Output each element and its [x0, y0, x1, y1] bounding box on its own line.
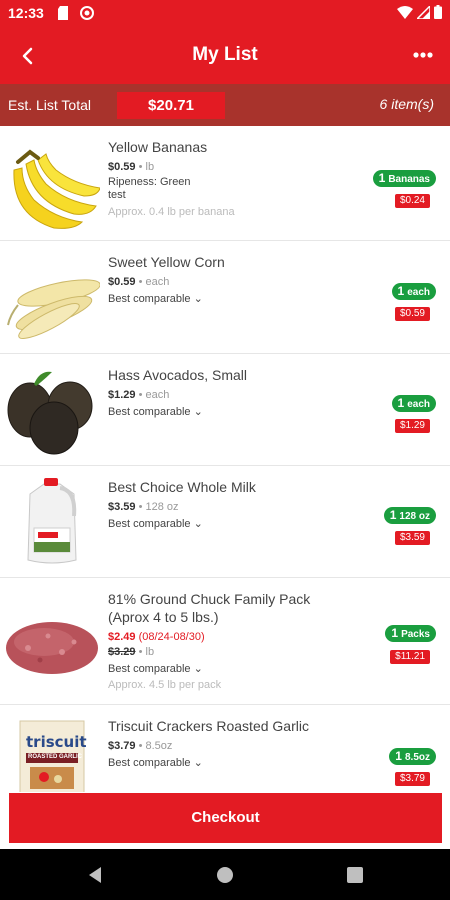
item-price: $3.79 • 8.5oz — [108, 740, 173, 752]
chevron-down-icon: ⌄ — [193, 518, 203, 530]
best-comparable-dropdown[interactable]: Best comparable ⌄ — [108, 517, 358, 530]
list-item[interactable]: Sweet Yellow Corn $0.59 • each Best comp… — [0, 241, 450, 354]
list-item[interactable]: Yellow Bananas $0.59 • lb Ripeness: Gree… — [0, 126, 450, 241]
sale-price: $2.49 (08/24-08/30) — [108, 631, 205, 643]
item-info: Hass Avocados, Small $1.29 • each Best c… — [108, 366, 358, 418]
page-title: My List — [192, 44, 258, 65]
corn-image — [7, 279, 100, 339]
quantity-badge[interactable]: 1 each — [391, 395, 436, 412]
item-subtotal: $1.29 — [394, 419, 430, 433]
item-count: 6 item(s) — [379, 96, 434, 112]
item-subtotal: $0.59 — [394, 307, 430, 321]
item-price: $3.59 • 128 oz — [108, 501, 179, 513]
ground-beef-image — [6, 622, 98, 674]
best-comparable-dropdown[interactable]: Best comparable ⌄ — [108, 756, 358, 769]
list-item[interactable]: Hass Avocados, Small $1.29 • each Best c… — [0, 354, 450, 466]
item-name: Yellow Bananas — [108, 139, 208, 155]
list-item[interactable]: 81% Ground Chuck Family Pack (Aprox 4 to… — [0, 578, 450, 705]
item-name: Sweet Yellow Corn — [108, 254, 225, 270]
item-info: Triscuit Crackers Roasted Garlic $3.79 •… — [108, 717, 358, 769]
item-price: $1.29 • each — [108, 389, 170, 401]
best-comparable-dropdown[interactable]: Best comparable ⌄ — [108, 405, 358, 418]
quantity-badge[interactable]: 1 Bananas — [372, 170, 436, 187]
item-name-line2: (Aprox 4 to 5 lbs.) — [108, 609, 219, 625]
item-name: Hass Avocados, Small — [108, 367, 248, 383]
item-name-line1: 81% Ground Chuck Family Pack — [108, 591, 311, 607]
banana-image — [13, 149, 100, 229]
best-comparable-dropdown[interactable]: Best comparable ⌄ — [108, 292, 358, 305]
item-name: Triscuit Crackers Roasted Garlic — [108, 718, 309, 734]
quantity-badge[interactable]: 1 128 oz — [383, 507, 436, 524]
item-info: 81% Ground Chuck Family Pack (Aprox 4 to… — [108, 590, 358, 691]
battery-icon — [434, 5, 442, 19]
item-info: Sweet Yellow Corn $0.59 • each Best comp… — [108, 253, 358, 305]
brand-logo: triscuit — [26, 733, 87, 751]
list-summary-bar: Est. List Total $20.71 6 item(s) — [0, 84, 450, 126]
item-info: Best Choice Whole Milk $3.59 • 128 oz Be… — [108, 478, 358, 530]
quantity-badge[interactable]: 1 8.5oz — [389, 748, 436, 765]
nav-recents-icon[interactable] — [342, 862, 368, 888]
shopping-list: Yellow Bananas $0.59 • lb Ripeness: Gree… — [0, 126, 450, 792]
item-note: test — [108, 189, 126, 201]
item-name: Best Choice Whole Milk — [108, 479, 256, 495]
checkout-bar: Checkout — [0, 792, 450, 849]
status-time: 12:33 — [8, 5, 44, 21]
chevron-down-icon: ⌄ — [193, 293, 203, 305]
approx-weight: Approx. 0.4 lb per banana — [108, 206, 235, 218]
data-saver-icon — [80, 6, 94, 20]
chevron-down-icon: ⌄ — [193, 406, 203, 418]
best-comparable-dropdown[interactable]: Best comparable ⌄ — [108, 662, 358, 675]
item-price: $0.59 • each — [108, 276, 170, 288]
nav-home-icon[interactable] — [212, 862, 238, 888]
est-total-amount: $20.71 — [117, 92, 225, 119]
system-nav-bar — [0, 849, 450, 900]
more-options-button[interactable] — [408, 40, 438, 70]
item-subtotal: $11.21 — [390, 650, 430, 664]
avocado-image — [7, 371, 93, 455]
wifi-icon — [397, 5, 413, 19]
list-item[interactable]: Best Choice Whole Milk $3.59 • 128 oz Be… — [0, 466, 450, 578]
est-total-label: Est. List Total — [8, 97, 92, 113]
nav-back-icon[interactable] — [82, 862, 108, 888]
list-item[interactable]: triscuit ROASTED GARLIC Triscuit Cracker… — [0, 705, 450, 792]
item-subtotal: $3.59 — [394, 531, 430, 545]
chevron-down-icon: ⌄ — [193, 663, 203, 675]
app-bar: My List — [0, 26, 450, 84]
sd-card-icon — [58, 6, 68, 20]
cell-signal-icon — [417, 5, 430, 19]
milk-jug-image — [27, 478, 77, 564]
approx-weight: Approx. 4.5 lb per pack — [108, 679, 222, 691]
item-subtotal: $3.79 — [394, 772, 430, 786]
flavor-label: ROASTED GARLIC — [28, 754, 82, 760]
quantity-badge[interactable]: 1 Packs — [385, 625, 436, 642]
more-dots-icon — [413, 52, 433, 58]
ripeness-note: Ripeness: Green — [108, 176, 191, 188]
item-subtotal: $0.24 — [394, 194, 430, 208]
checkout-button[interactable]: Checkout — [9, 793, 442, 843]
crackers-image: triscuit ROASTED GARLIC — [4, 715, 100, 792]
status-bar: 12:33 — [0, 0, 450, 26]
item-price: $0.59 • lb — [108, 161, 155, 173]
quantity-badge[interactable]: 1 each — [391, 283, 436, 300]
status-icons — [397, 5, 442, 19]
item-info: Yellow Bananas $0.59 • lb Ripeness: Gree… — [108, 138, 358, 218]
regular-price: $3.29 • lb — [108, 646, 155, 658]
chevron-down-icon: ⌄ — [193, 757, 203, 769]
